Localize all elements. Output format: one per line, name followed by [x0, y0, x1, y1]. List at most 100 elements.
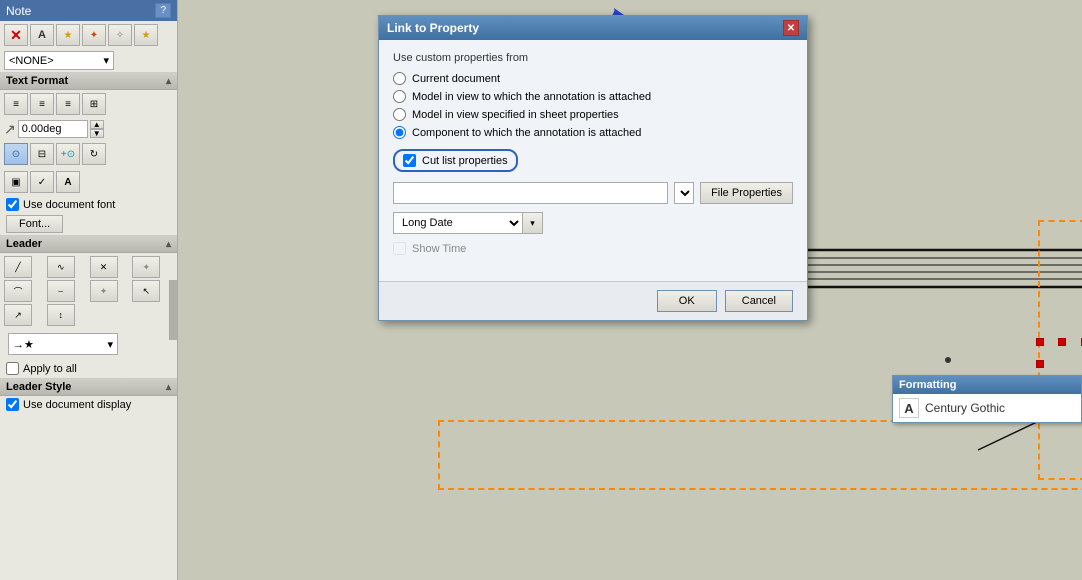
text-button[interactable]: A [56, 171, 80, 193]
show-time-row: Show Time [393, 242, 793, 255]
leader-btn-2[interactable]: ∿ [47, 256, 75, 278]
use-doc-display-label: Use document display [23, 399, 131, 411]
format-toolbar-2: ⊙ ⊟ +⊙ ↻ [0, 140, 177, 168]
radio-current-doc-input[interactable] [393, 72, 406, 85]
arrow-icon: →★ [13, 338, 34, 351]
dialog-titlebar: Link to Property ✕ [379, 16, 807, 40]
leader-grid: ╱ ∿ ✕ ✦ ⌒ ⌣ ✦ ↖ ↗ ↕ [0, 253, 177, 329]
close-button[interactable]: ✕ [4, 24, 28, 46]
cut-list-row: Cut list properties [393, 149, 518, 172]
tool-star4-button[interactable]: ★ [134, 24, 158, 46]
property-row: File Properties [393, 182, 793, 204]
orange-rect-right [1038, 220, 1082, 480]
rotate-button[interactable]: ↻ [82, 143, 106, 165]
leader-btn-1[interactable]: ╱ [4, 256, 32, 278]
use-doc-font-row: Use document font [0, 196, 177, 213]
show-time-checkbox[interactable] [393, 242, 406, 255]
ok-button[interactable]: OK [657, 290, 717, 312]
style-dropdown[interactable]: <NONE> ▾ [4, 51, 114, 70]
leader-style-collapse-arrow[interactable]: ▴ [166, 382, 171, 393]
align-left-button[interactable]: ≡ [4, 93, 28, 115]
arrow-dropdown-arrow: ▾ [107, 338, 113, 351]
leader-style-label: Leader Style [6, 381, 71, 393]
arrow-dropdown[interactable]: →★ ▾ [8, 333, 118, 355]
style-section-label: Text Format [6, 75, 68, 87]
radio-model-sheet-input[interactable] [393, 108, 406, 121]
tool-star2-button[interactable]: ✦ [82, 24, 106, 46]
radio-component-label: Component to which the annotation is att… [412, 127, 641, 139]
date-dropdown-button[interactable]: ▾ [523, 212, 543, 234]
sidebar-scroll[interactable] [169, 280, 177, 340]
link-button[interactable]: ⊙ [4, 143, 28, 165]
orange-rect-bottom [438, 420, 1082, 490]
radio-current-doc[interactable]: Current document [393, 72, 793, 85]
leader-collapse-arrow[interactable]: ▴ [166, 239, 171, 250]
align-center-button[interactable]: ≡ [30, 93, 54, 115]
angle-spin-down[interactable]: ▼ [90, 129, 104, 138]
property-dropdown-arrow[interactable] [674, 182, 694, 204]
use-doc-display-checkbox[interactable] [6, 398, 19, 411]
radio-group: Current document Model in view to which … [393, 72, 793, 139]
radio-model-sheet-label: Model in view specified in sheet propert… [412, 109, 619, 121]
stack-button[interactable]: ⊟ [30, 143, 54, 165]
use-doc-font-checkbox[interactable] [6, 198, 19, 211]
font-button[interactable]: Font... [6, 215, 63, 233]
radio-model-view[interactable]: Model in view to which the annotation is… [393, 90, 793, 103]
leader-btn-8[interactable]: ↖ [132, 280, 160, 302]
align-right-button[interactable]: ≡ [56, 93, 80, 115]
leader-btn-9[interactable]: ↗ [4, 304, 32, 326]
tool-star3-button[interactable]: ✧ [108, 24, 132, 46]
super-button[interactable]: +⊙ [56, 143, 80, 165]
angle-spin-up[interactable]: ▲ [90, 120, 104, 129]
style-collapse-arrow[interactable]: ▴ [166, 76, 171, 87]
angle-input[interactable] [18, 120, 88, 138]
leader-btn-4[interactable]: ✦ [132, 256, 160, 278]
radio-component-input[interactable] [393, 126, 406, 139]
leader-section-label: Leader [6, 238, 42, 250]
help-button[interactable]: ? [155, 3, 171, 18]
leader-style-section-header: Leader Style ▴ [0, 378, 177, 396]
none-row: <NONE> ▾ [0, 49, 177, 72]
align-justify-button[interactable]: ⊞ [82, 93, 106, 115]
radio-model-view-input[interactable] [393, 90, 406, 103]
style-dropdown-arrow: ▾ [103, 54, 109, 67]
apply-to-all-row: Apply to all [0, 359, 177, 378]
main-canvas: Link to Property ✕ Use custom properties… [178, 0, 1082, 580]
apply-to-all-checkbox[interactable] [6, 362, 19, 375]
check-button[interactable]: ✓ [30, 171, 54, 193]
arrow-style-row: →★ ▾ [0, 329, 177, 359]
tool-a-button[interactable]: A [30, 24, 54, 46]
dialog-title: Link to Property [387, 21, 479, 35]
sel-dot-1 [1036, 338, 1044, 346]
note-title: Note [6, 4, 31, 18]
box-button[interactable]: ▣ [4, 171, 28, 193]
angle-icon: ↗ [4, 121, 16, 138]
leader-btn-3[interactable]: ✕ [90, 256, 118, 278]
formatting-body: A Century Gothic [893, 394, 1081, 422]
show-time-label: Show Time [412, 243, 466, 255]
formatting-title: Formatting [893, 376, 1081, 394]
note-header: Note ? [0, 0, 177, 21]
formatting-panel: Formatting A Century Gothic [892, 375, 1082, 423]
note-toolbar: ✕ A ★ ✦ ✧ ★ [0, 21, 177, 49]
property-input[interactable] [393, 182, 668, 204]
dialog-close-button[interactable]: ✕ [783, 20, 799, 36]
cancel-button[interactable]: Cancel [725, 290, 793, 312]
dialog-body: Use custom properties from Current docum… [379, 40, 807, 281]
radio-model-sheet[interactable]: Model in view specified in sheet propert… [393, 108, 793, 121]
apply-to-all-label: Apply to all [23, 363, 77, 375]
link-to-property-dialog: Link to Property ✕ Use custom properties… [378, 15, 808, 321]
file-properties-button[interactable]: File Properties [700, 182, 793, 204]
style-dropdown-label: <NONE> [9, 55, 54, 67]
radio-component[interactable]: Component to which the annotation is att… [393, 126, 793, 139]
date-dropdown-row: Long Date Short Date ▾ [393, 212, 793, 234]
leader-btn-6[interactable]: ⌣ [47, 280, 75, 302]
use-doc-display-row: Use document display [0, 396, 177, 413]
cut-list-label: Cut list properties [422, 155, 508, 167]
leader-btn-10[interactable]: ↕ [47, 304, 75, 326]
tool-star1-button[interactable]: ★ [56, 24, 80, 46]
leader-btn-5[interactable]: ⌒ [4, 280, 32, 302]
cut-list-checkbox[interactable] [403, 154, 416, 167]
leader-btn-7[interactable]: ✦ [90, 280, 118, 302]
date-format-select[interactable]: Long Date Short Date [393, 212, 523, 234]
